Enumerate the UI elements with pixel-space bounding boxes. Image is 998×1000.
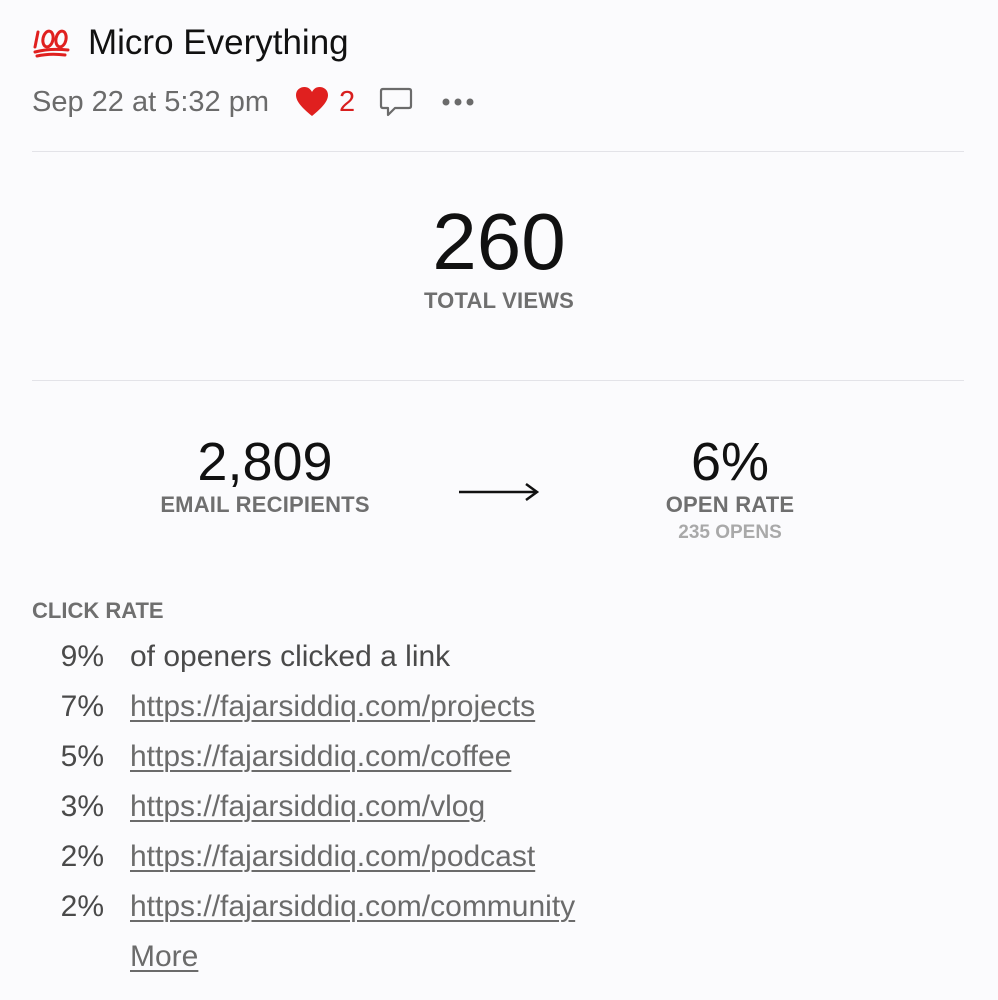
like-button[interactable]: 2 bbox=[295, 86, 355, 119]
email-recipients-value: 2,809 bbox=[197, 432, 333, 492]
more-options-icon[interactable] bbox=[441, 96, 475, 108]
divider bbox=[32, 151, 964, 152]
click-link-row: 2% https://fajarsiddiq.com/podcast bbox=[32, 832, 932, 882]
opens-count: 235 OPENS bbox=[678, 522, 782, 543]
hundred-points-icon bbox=[33, 29, 70, 58]
click-link-row: 2% https://fajarsiddiq.com/community bbox=[32, 882, 932, 932]
click-link-row: 3% https://fajarsiddiq.com/vlog bbox=[32, 782, 932, 832]
link-url[interactable]: https://fajarsiddiq.com/projects bbox=[130, 690, 535, 724]
open-rate-stat: 6% OPEN RATE 235 OPENS bbox=[600, 432, 860, 544]
link-url[interactable]: https://fajarsiddiq.com/coffee bbox=[130, 740, 511, 774]
divider bbox=[32, 380, 964, 381]
comment-icon[interactable] bbox=[379, 86, 413, 118]
heart-icon bbox=[296, 87, 328, 116]
post-meta: Sep 22 at 5:32 pm 2 bbox=[32, 78, 475, 126]
link-click-percent: 2% bbox=[60, 840, 104, 873]
email-recipients-stat: 2,809 EMAIL RECIPIENTS bbox=[130, 432, 400, 518]
like-count: 2 bbox=[339, 85, 356, 118]
link-click-percent: 7% bbox=[60, 690, 104, 723]
click-rate-title: CLICK RATE bbox=[32, 598, 164, 623]
click-link-row: 5% https://fajarsiddiq.com/coffee bbox=[32, 732, 932, 782]
post-date: Sep 22 at 5:32 pm bbox=[32, 85, 269, 118]
open-rate-value: 6% bbox=[690, 432, 770, 492]
arrow-right-icon bbox=[459, 482, 540, 502]
more-links-button[interactable]: More bbox=[130, 940, 198, 974]
link-click-percent: 2% bbox=[60, 890, 104, 923]
post-title: Micro Everything bbox=[88, 23, 349, 62]
link-url[interactable]: https://fajarsiddiq.com/podcast bbox=[130, 840, 535, 874]
total-views-value: 260 bbox=[432, 197, 566, 286]
more-links-row: More bbox=[32, 932, 932, 982]
click-summary-text: of openers clicked a link bbox=[130, 640, 451, 673]
click-link-row: 7% https://fajarsiddiq.com/projects bbox=[32, 682, 932, 732]
email-recipients-label: EMAIL RECIPIENTS bbox=[160, 492, 370, 517]
click-rate-list: 9% of openers clicked a link 7% https://… bbox=[32, 632, 932, 982]
link-url[interactable]: https://fajarsiddiq.com/vlog bbox=[130, 790, 485, 824]
total-views-label: TOTAL VIEWS bbox=[423, 288, 575, 313]
click-summary-row: 9% of openers clicked a link bbox=[32, 632, 932, 682]
post-header: Micro Everything bbox=[32, 18, 349, 68]
link-url[interactable]: https://fajarsiddiq.com/community bbox=[130, 890, 575, 924]
total-views-stat: 260 TOTAL VIEWS bbox=[0, 196, 998, 314]
open-rate-label: OPEN RATE bbox=[665, 492, 795, 517]
link-click-percent: 5% bbox=[60, 740, 104, 773]
click-summary-percent: 9% bbox=[60, 640, 104, 673]
link-click-percent: 3% bbox=[60, 790, 104, 823]
